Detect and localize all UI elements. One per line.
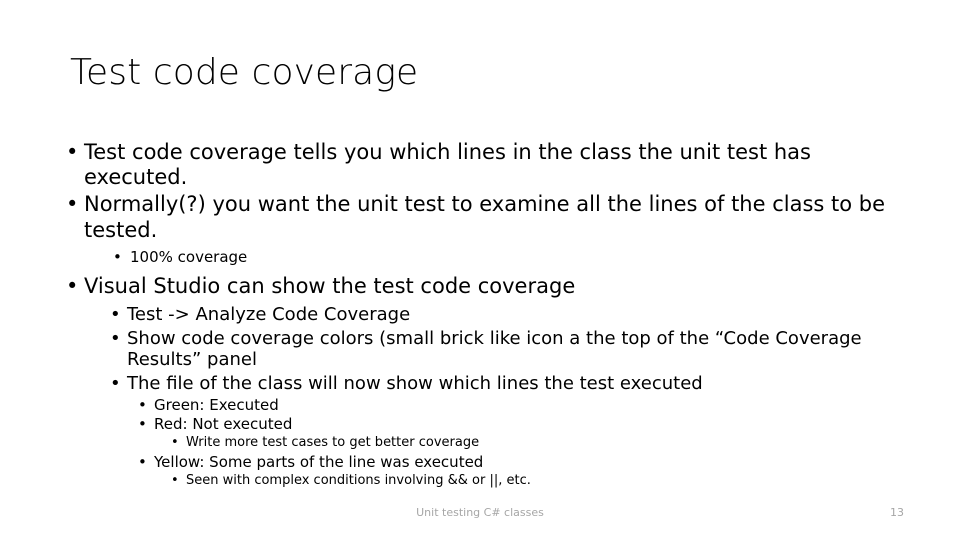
bullet-icon: •	[66, 273, 79, 298]
bullet-icon: •	[138, 396, 147, 415]
list-item-text: Seen with complex conditions involving &…	[186, 473, 531, 489]
slide-footer: Unit testing C# classes	[416, 506, 544, 519]
list-item: • Seen with complex conditions involving…	[171, 473, 890, 489]
list-item-text: 100% coverage	[130, 247, 248, 266]
list-item-text: Test -> Analyze Code Coverage	[127, 303, 411, 325]
list-item-text: Red: Not executed	[154, 414, 293, 433]
bullet-icon: •	[138, 452, 147, 471]
bullet-icon: •	[66, 140, 79, 164]
bullet-icon: •	[66, 192, 79, 217]
list-item: • Write more test cases to get better co…	[171, 435, 890, 451]
list-item-text: Yellow: Some parts of the line was execu…	[154, 452, 484, 471]
list-item: • Visual Studio can show the test code c…	[66, 274, 890, 299]
list-item-text: The file of the class will now show whic…	[127, 372, 703, 394]
bullet-icon: •	[110, 327, 121, 349]
slide-body: • Test code coverage tells you which lin…	[66, 140, 890, 489]
list-item: • Yellow: Some parts of the line was exe…	[138, 453, 890, 471]
list-item: • Show code coverage colors (small brick…	[110, 328, 890, 371]
list-item: • Test -> Analyze Code Coverage	[110, 304, 890, 326]
bullet-icon: •	[138, 414, 147, 433]
list-item-text: Normally(?) you want the unit test to ex…	[84, 192, 886, 242]
list-item: • 100% coverage	[113, 248, 890, 266]
bullet-icon: •	[171, 473, 179, 489]
list-item: • Test code coverage tells you which lin…	[66, 140, 890, 190]
list-item: • Red: Not executed	[138, 415, 890, 433]
list-item-text: Test code coverage tells you which lines…	[84, 140, 811, 190]
bullet-icon: •	[110, 372, 121, 394]
page-title: Test code coverage	[70, 52, 419, 93]
bullet-icon: •	[113, 247, 122, 266]
list-item-text: Write more test cases to get better cove…	[186, 434, 480, 450]
list-item: • The file of the class will now show wh…	[110, 373, 890, 395]
list-item: • Normally(?) you want the unit test to …	[66, 192, 890, 242]
slide: Test code coverage • Test code coverage …	[0, 0, 960, 540]
list-item-text: Show code coverage colors (small brick l…	[127, 327, 862, 371]
list-item: • Green: Executed	[138, 396, 890, 414]
slide-number: 13	[890, 506, 904, 519]
list-item-text: Visual Studio can show the test code cov…	[84, 273, 576, 298]
bullet-icon: •	[110, 303, 121, 325]
bullet-icon: •	[171, 434, 179, 450]
list-item-text: Green: Executed	[154, 396, 279, 415]
